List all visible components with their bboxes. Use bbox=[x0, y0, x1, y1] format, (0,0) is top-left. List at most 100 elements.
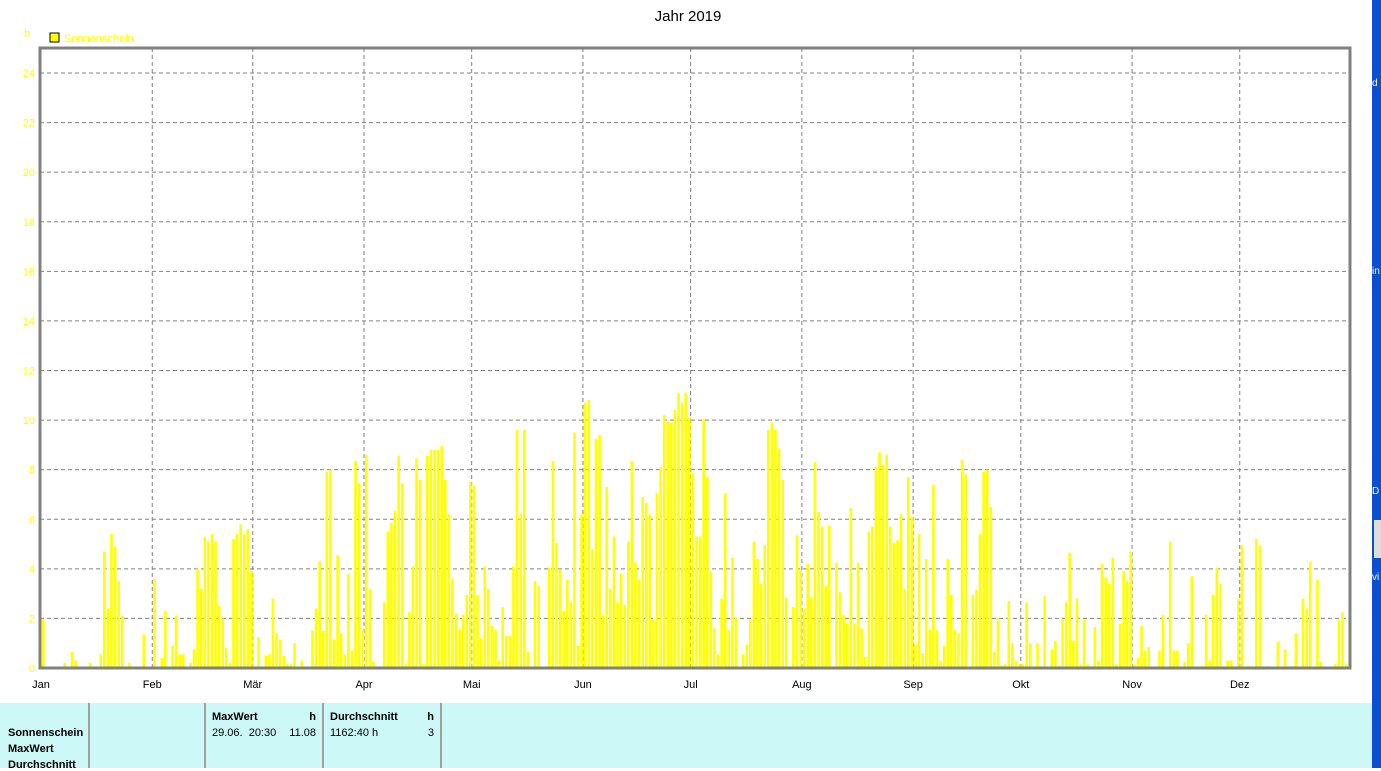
bar-day bbox=[975, 589, 978, 668]
bar-day bbox=[242, 534, 246, 668]
bar-day bbox=[695, 536, 698, 668]
bar-day bbox=[749, 619, 752, 668]
bar-day bbox=[1011, 643, 1014, 668]
bar-day bbox=[942, 645, 946, 668]
bar-day bbox=[1122, 571, 1125, 668]
bar-day bbox=[217, 606, 221, 668]
bar-day bbox=[702, 420, 705, 668]
bar-day bbox=[551, 460, 555, 668]
bar-day bbox=[1301, 598, 1305, 668]
bar-day bbox=[382, 602, 386, 668]
bar-day bbox=[731, 557, 734, 668]
bar-day bbox=[110, 534, 113, 668]
bar-day bbox=[426, 456, 429, 668]
bar-day bbox=[451, 578, 454, 668]
bar-day bbox=[465, 594, 469, 668]
bar-day bbox=[763, 545, 766, 668]
bar-day bbox=[221, 618, 225, 668]
bar-day bbox=[1118, 623, 1122, 668]
bar-day bbox=[479, 638, 483, 668]
bar-day bbox=[964, 474, 967, 668]
bar-day bbox=[494, 629, 497, 668]
bar-day bbox=[207, 541, 210, 668]
bar-day bbox=[1075, 598, 1079, 668]
desktop-icon-label: vi bbox=[1372, 572, 1380, 583]
window-gap bbox=[1352, 0, 1372, 703]
bar-day bbox=[458, 629, 461, 668]
bar-day bbox=[537, 586, 540, 668]
bar-day bbox=[1007, 601, 1011, 668]
row-label-sonnenschein: Sonnenschein bbox=[8, 727, 84, 739]
maxwert-value: 11.08 bbox=[289, 727, 316, 739]
bar-day bbox=[1337, 619, 1341, 668]
bar-day bbox=[1111, 557, 1115, 668]
bar-day bbox=[673, 410, 677, 668]
bar-day bbox=[598, 434, 601, 668]
bar-day bbox=[103, 551, 106, 668]
bar-day bbox=[390, 522, 393, 668]
bar-day bbox=[591, 549, 594, 668]
bar-day bbox=[616, 602, 619, 668]
bar-day bbox=[1107, 583, 1111, 668]
bar-day bbox=[885, 454, 889, 668]
bar-day bbox=[705, 477, 709, 668]
bar-day bbox=[1294, 633, 1298, 668]
bar-day bbox=[1161, 614, 1165, 668]
x-tick-label: Apr bbox=[355, 679, 372, 691]
bar-day bbox=[978, 534, 982, 668]
bar-day bbox=[982, 472, 985, 668]
bar-day bbox=[239, 524, 242, 668]
bar-day bbox=[573, 432, 576, 668]
bar-day bbox=[164, 610, 167, 668]
x-tick-label: Mai bbox=[463, 679, 481, 691]
bar-day bbox=[906, 477, 910, 668]
bar-day bbox=[365, 454, 368, 668]
bar-day bbox=[960, 459, 964, 668]
bar-day bbox=[271, 598, 275, 668]
x-tick-label: Jun bbox=[574, 679, 592, 691]
bar-day bbox=[178, 654, 181, 668]
y-tick-label: 0 bbox=[29, 663, 35, 675]
bar-day bbox=[454, 613, 458, 668]
maxwert-datetime: 29.06. 20:30 bbox=[212, 727, 277, 739]
bar-day bbox=[659, 467, 662, 668]
bar-day bbox=[899, 514, 903, 668]
bar-day bbox=[698, 536, 702, 668]
desktop-icon[interactable] bbox=[1374, 520, 1381, 558]
bar-day bbox=[903, 588, 906, 668]
bar-day bbox=[440, 446, 443, 668]
bar-day bbox=[612, 536, 616, 668]
bar-day bbox=[670, 422, 673, 668]
bar-day bbox=[1283, 649, 1287, 668]
bar-day bbox=[1237, 598, 1240, 668]
legend-swatch bbox=[49, 32, 60, 43]
bar-day bbox=[117, 581, 120, 668]
bar-day bbox=[1186, 643, 1190, 668]
bar-day bbox=[644, 503, 648, 668]
bar-day bbox=[336, 555, 339, 668]
bar-day bbox=[199, 588, 203, 668]
bar-day bbox=[655, 493, 659, 668]
maxwert-header: MaxWert bbox=[212, 711, 258, 723]
bar-day bbox=[1061, 619, 1064, 668]
bar-day bbox=[996, 618, 1000, 668]
bar-day bbox=[354, 460, 357, 668]
bar-day bbox=[519, 514, 522, 668]
bar-day bbox=[784, 597, 788, 668]
bar-day bbox=[106, 608, 110, 668]
bar-day bbox=[357, 483, 361, 668]
bar-day bbox=[325, 472, 329, 668]
bar-day bbox=[849, 508, 853, 668]
bar-day bbox=[1316, 579, 1319, 668]
bar-day bbox=[935, 629, 939, 668]
sunshine-chart: Jahr 2019 h Sonnenschein 024681012141618… bbox=[23, 8, 1352, 691]
y-axis-unit: h bbox=[24, 28, 30, 40]
bar-day bbox=[806, 563, 810, 668]
bar-day bbox=[311, 630, 314, 668]
bar-day bbox=[580, 514, 583, 668]
bar-day bbox=[813, 462, 817, 668]
bar-day bbox=[716, 654, 720, 668]
bar-day bbox=[232, 539, 235, 668]
bar-day bbox=[472, 485, 476, 668]
x-tick-label: Mär bbox=[243, 679, 262, 691]
